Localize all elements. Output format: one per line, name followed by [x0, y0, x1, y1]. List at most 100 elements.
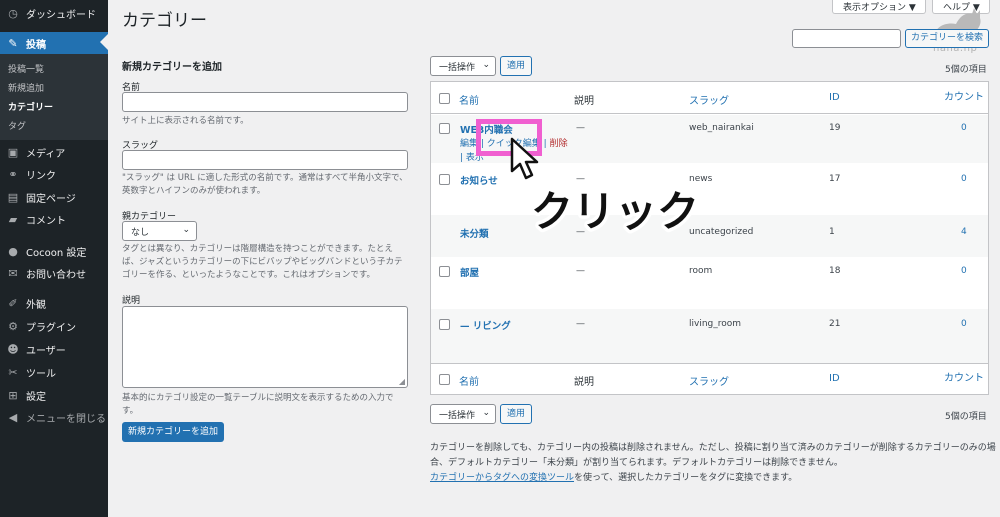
description-help: 基本的にカテゴリ設定の一覧テーブルに説明文を表示するための入力です。: [122, 393, 394, 416]
submenu-all-posts[interactable]: 投稿一覧: [8, 62, 44, 75]
wrench-icon: ✂: [8, 365, 18, 379]
id-cell: 19: [829, 123, 841, 133]
count-link[interactable]: 0: [961, 266, 967, 276]
category-description-textarea[interactable]: ◢: [122, 306, 408, 388]
column-id-footer[interactable]: ID: [829, 373, 840, 384]
menu-label: ダッシュボード: [26, 9, 96, 21]
column-count-footer[interactable]: カウント: [944, 369, 984, 384]
column-name-footer[interactable]: 名前: [459, 373, 479, 388]
slug-cell: web_nairankai: [689, 123, 754, 133]
menu-settings[interactable]: ⊞ 設定: [0, 384, 108, 406]
menu-label: Cocoon 設定: [26, 247, 87, 259]
bulk-action-select-top[interactable]: 一括操作 ⌄: [430, 56, 496, 76]
menu-comments[interactable]: ▰ コメント: [0, 208, 108, 230]
category-name-link[interactable]: 未分類: [460, 226, 489, 240]
dashboard-icon: ◷: [8, 6, 18, 20]
column-description-footer: 説明: [574, 377, 594, 388]
posts-submenu: 投稿一覧 新規追加 カテゴリー タグ: [0, 54, 108, 140]
category-name-link[interactable]: 部屋: [460, 265, 479, 279]
screen-options-tab[interactable]: 表示オプション ▼: [832, 0, 926, 14]
slug-description: "スラッグ" は URL に適した形式の名前です。通常はすべて半角小文字で、英数…: [122, 173, 408, 196]
mail-icon: ✉: [8, 266, 18, 280]
menu-users[interactable]: ☻ ユーザー: [0, 338, 108, 360]
delete-link[interactable]: 削除: [550, 139, 568, 149]
bulk-action-value: 一括操作: [439, 63, 476, 73]
select-all-checkbox[interactable]: [439, 93, 450, 104]
link-icon: ⚭: [8, 167, 18, 181]
chevron-down-icon: ⌄: [482, 60, 490, 70]
menu-dashboard[interactable]: ◷ ダッシュボード: [0, 2, 108, 24]
count-link[interactable]: 0: [961, 174, 967, 184]
description-label: 説明: [122, 296, 141, 306]
category-search-input[interactable]: [792, 29, 901, 48]
slug-cell: living_room: [689, 319, 742, 329]
menu-label: ツール: [26, 368, 56, 380]
category-name-link[interactable]: お知らせ: [460, 173, 498, 187]
item-count-bottom: 5個の項目: [945, 412, 987, 422]
submenu-add-new[interactable]: 新規追加: [8, 81, 44, 94]
menu-label: プラグイン: [26, 322, 76, 334]
menu-links[interactable]: ⚭ リンク: [0, 163, 108, 185]
column-slug-footer[interactable]: スラッグ: [689, 373, 729, 388]
resize-grip-icon[interactable]: ◢: [399, 377, 405, 386]
parent-select-value: なし: [131, 228, 150, 238]
search-categories-button[interactable]: カテゴリーを検索: [905, 29, 989, 48]
category-tag-converter-link[interactable]: カテゴリーからタグへの変換ツール: [430, 473, 574, 483]
menu-collapse[interactable]: ◀ メニューを閉じる: [0, 406, 108, 428]
column-slug[interactable]: スラッグ: [689, 92, 729, 107]
menu-plugins[interactable]: ⚙ プラグイン: [0, 315, 108, 337]
row-checkbox[interactable]: [439, 266, 450, 277]
add-category-button[interactable]: 新規カテゴリーを追加: [122, 422, 224, 442]
select-all-checkbox-bottom[interactable]: [439, 374, 450, 385]
table-footer-row: 名前 説明 スラッグ ID カウント: [431, 363, 988, 395]
click-annotation-text: クリック: [531, 187, 699, 236]
menu-contact[interactable]: ✉ お問い合わせ: [0, 262, 108, 284]
cocoon-icon: ●: [8, 244, 18, 258]
table-row: 部屋 — room 18 0: [431, 257, 988, 309]
table-row: — リビング — living_room 21 0: [431, 309, 988, 363]
row-checkbox[interactable]: [439, 319, 450, 330]
column-id[interactable]: ID: [829, 92, 840, 103]
description-cell: —: [576, 123, 585, 133]
current-menu-arrow: [100, 34, 108, 50]
count-link[interactable]: 0: [961, 319, 967, 329]
bulk-action-select-bottom[interactable]: 一括操作 ⌄: [430, 404, 496, 424]
count-link[interactable]: 0: [961, 123, 967, 133]
menu-label: コメント: [26, 215, 66, 227]
table-header-row: 名前 説明 スラッグ ID カウント: [431, 82, 988, 114]
menu-pages[interactable]: ▤ 固定ページ: [0, 186, 108, 208]
submenu-tags[interactable]: タグ: [8, 119, 26, 132]
comment-icon: ▰: [8, 212, 18, 226]
parent-category-select[interactable]: なし ⌄: [122, 221, 197, 241]
menu-label: リンク: [26, 170, 56, 182]
category-name-link[interactable]: — リビング: [460, 318, 511, 332]
category-slug-input[interactable]: [122, 150, 408, 170]
menu-tools[interactable]: ✂ ツール: [0, 361, 108, 383]
user-icon: ☻: [7, 342, 19, 356]
media-icon: ▣: [7, 145, 19, 159]
menu-posts[interactable]: ✎ 投稿: [0, 32, 108, 54]
count-link[interactable]: 4: [961, 227, 967, 237]
parent-description: タグとは異なり、カテゴリーは階層構造を持つことができます。たとえば、ジャズという…: [122, 244, 403, 280]
menu-media[interactable]: ▣ メディア: [0, 141, 108, 163]
id-cell: 17: [829, 174, 841, 184]
page-title: カテゴリー: [122, 11, 207, 31]
menu-label: メディア: [26, 148, 66, 160]
apply-button-top[interactable]: 適用: [500, 56, 532, 76]
menu-label: メニューを閉じる: [26, 413, 106, 425]
row-checkbox[interactable]: [439, 123, 450, 134]
menu-label: 固定ページ: [26, 193, 76, 205]
apply-button-bottom[interactable]: 適用: [500, 404, 532, 424]
converter-note: カテゴリーからタグへの変換ツールを使って、選択したカテゴリーをタグに変換できます…: [430, 471, 1000, 486]
row-checkbox[interactable]: [439, 174, 450, 185]
click-annotation: クリック: [527, 184, 702, 240]
column-count[interactable]: カウント: [944, 88, 984, 103]
submenu-categories[interactable]: カテゴリー: [8, 100, 53, 113]
column-name[interactable]: 名前: [459, 92, 479, 107]
menu-label: 設定: [26, 391, 46, 403]
menu-cocoon-settings[interactable]: ● Cocoon 設定: [0, 240, 108, 262]
category-name-input[interactable]: [122, 92, 408, 112]
menu-label: お問い合わせ: [26, 269, 86, 281]
menu-appearance[interactable]: ✐ 外観: [0, 292, 108, 314]
delete-note-line1: カテゴリーを削除しても、カテゴリー内の投稿は削除されません。ただし、投稿に割り当…: [430, 443, 996, 453]
